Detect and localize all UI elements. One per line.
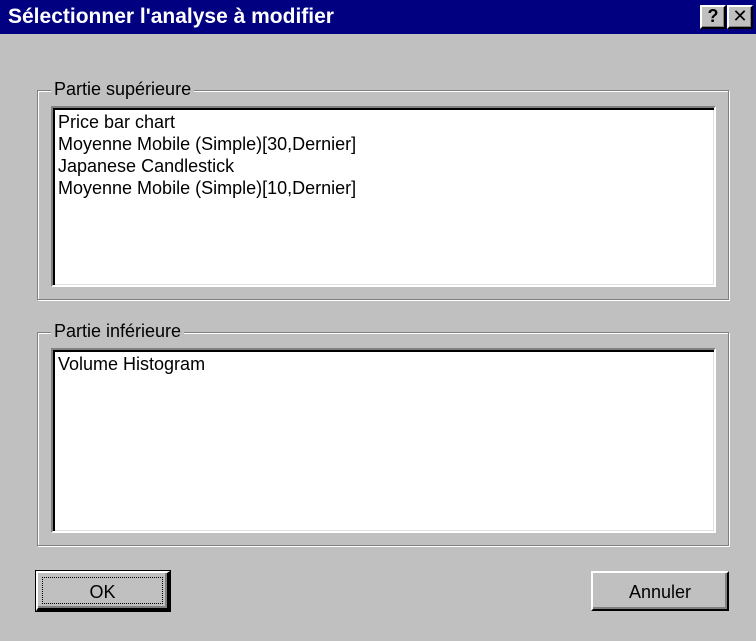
- upper-section-group: Partie supérieure Price bar chart Moyenn…: [37, 78, 729, 300]
- lower-section-label: Partie inférieure: [51, 320, 185, 342]
- close-icon: ✕: [732, 6, 748, 26]
- close-button[interactable]: ✕: [727, 5, 753, 29]
- dialog-title: Sélectionner l'analyse à modifier: [8, 5, 334, 28]
- help-icon: ?: [707, 6, 719, 26]
- list-item[interactable]: Moyenne Mobile (Simple)[10,Dernier]: [58, 177, 714, 199]
- list-item[interactable]: Moyenne Mobile (Simple)[30,Dernier]: [58, 133, 714, 155]
- select-analysis-dialog: Sélectionner l'analyse à modifier ? ✕ Pa…: [0, 0, 756, 641]
- upper-section-label: Partie supérieure: [51, 78, 195, 100]
- list-item[interactable]: Volume Histogram: [58, 353, 714, 375]
- ok-button[interactable]: OK: [35, 570, 171, 612]
- title-bar[interactable]: Sélectionner l'analyse à modifier ? ✕: [0, 0, 756, 34]
- lower-analysis-list[interactable]: Volume Histogram: [51, 348, 716, 533]
- lower-section-group: Partie inférieure Volume Histogram: [37, 320, 729, 546]
- cancel-button[interactable]: Annuler: [591, 571, 729, 611]
- list-item[interactable]: Japanese Candlestick: [58, 155, 714, 177]
- cancel-button-label: Annuler: [628, 582, 692, 602]
- help-button[interactable]: ?: [700, 5, 726, 29]
- ok-button-label: OK: [89, 582, 116, 602]
- upper-analysis-list[interactable]: Price bar chart Moyenne Mobile (Simple)[…: [51, 106, 716, 287]
- list-item[interactable]: Price bar chart: [58, 111, 714, 133]
